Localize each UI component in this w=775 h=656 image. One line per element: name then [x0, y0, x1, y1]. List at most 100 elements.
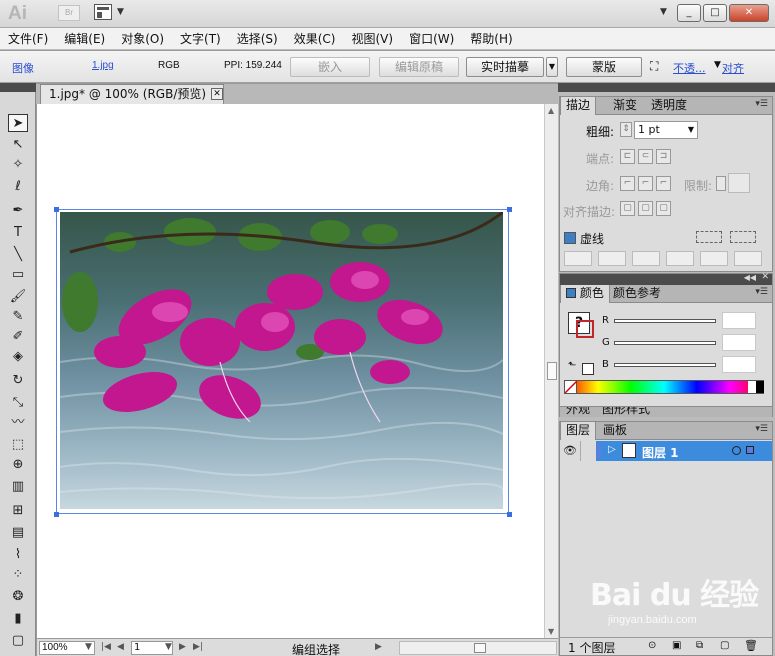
toolbox-collapse-strip[interactable]	[0, 83, 36, 92]
expand-triangle-icon[interactable]: ▷	[608, 444, 616, 455]
visibility-eye-icon[interactable]: 👁	[560, 441, 580, 461]
g-value-field[interactable]	[722, 334, 756, 351]
gradient-tool[interactable]: ▤	[8, 524, 28, 542]
status-tool-label[interactable]: 编组选择	[251, 641, 381, 656]
chevron-down-icon[interactable]: ▼	[688, 122, 694, 138]
align-inside-icon[interactable]: ▢	[638, 201, 653, 216]
mask-button[interactable]: 蒙版	[566, 57, 642, 77]
new-layer-icon[interactable]: ▢	[720, 640, 729, 651]
shape-builder-tool[interactable]: ⊕	[8, 456, 28, 474]
graph-tool[interactable]: ▥	[8, 478, 28, 496]
selection-indicator-icon[interactable]	[746, 446, 754, 454]
align-dash-icon[interactable]	[730, 231, 756, 243]
tab-gradient[interactable]: 渐变	[608, 97, 642, 115]
last-color-swatch[interactable]	[582, 363, 594, 375]
object-type-link[interactable]: 图像	[12, 60, 34, 76]
tab-artboards[interactable]: 画板	[598, 422, 632, 440]
workspace-switcher-icon[interactable]: ▼	[660, 7, 667, 17]
preserve-dash-icon[interactable]	[696, 231, 722, 243]
align-center-icon[interactable]: ▢	[620, 201, 635, 216]
round-join-icon[interactable]: ⌐	[638, 176, 653, 191]
resize-handle-top-left[interactable]	[54, 207, 59, 212]
arrange-documents-icon[interactable]	[94, 4, 112, 20]
horizontal-scroll-thumb[interactable]	[474, 643, 486, 653]
vertical-scrollbar[interactable]: ▲ ▼	[544, 104, 558, 638]
stroke-swatch-icon[interactable]	[576, 320, 594, 338]
rotate-tool[interactable]: ↻	[8, 372, 28, 390]
placed-image[interactable]	[60, 212, 503, 509]
dashed-line-checkbox[interactable]	[564, 232, 576, 244]
tab-color[interactable]: 颜色	[560, 285, 610, 303]
free-transform-tool[interactable]: ⬚	[8, 436, 28, 454]
menu-view[interactable]: 视图(V)	[351, 30, 393, 47]
column-graph-tool[interactable]: ▮	[8, 610, 28, 628]
warp-tool[interactable]: 〰	[8, 414, 28, 432]
selection-tool[interactable]: ➤	[8, 114, 28, 132]
b-slider[interactable]	[614, 363, 716, 367]
mesh-tool[interactable]: ⊞	[8, 502, 28, 520]
gap-field-1[interactable]	[598, 251, 626, 266]
tab-layers[interactable]: 图层	[560, 422, 597, 440]
scale-tool[interactable]: ⤡	[8, 394, 28, 412]
g-slider[interactable]	[614, 341, 716, 345]
eyedropper-tool[interactable]: ⌇	[8, 546, 28, 564]
artboard-tool[interactable]: ▢	[8, 632, 28, 650]
lasso-tool[interactable]: ℓ	[8, 178, 28, 196]
panel-menu-icon[interactable]: ▾☰	[755, 287, 768, 297]
menu-edit[interactable]: 编辑(E)	[64, 30, 105, 47]
resize-handle-bottom-right[interactable]	[507, 512, 512, 517]
bridge-button[interactable]: Br	[58, 5, 80, 21]
embed-button[interactable]: 嵌入	[290, 57, 370, 77]
r-value-field[interactable]	[722, 312, 756, 329]
menu-object[interactable]: 对象(O)	[121, 30, 164, 47]
b-value-field[interactable]	[722, 356, 756, 373]
round-cap-icon[interactable]: ⊂	[638, 149, 653, 164]
bevel-join-icon[interactable]: ⌐	[656, 176, 671, 191]
rectangle-tool[interactable]: ▭	[8, 266, 28, 284]
panel-collapse-strip[interactable]	[558, 83, 775, 92]
tab-graphic-styles[interactable]: 图形样式	[602, 407, 650, 417]
gap-field-2[interactable]	[666, 251, 694, 266]
close-icon[interactable]: ✕	[211, 88, 223, 100]
resize-handle-bottom-left[interactable]	[54, 512, 59, 517]
none-swatch-icon[interactable]	[564, 380, 578, 394]
blend-tool[interactable]: ⁘	[8, 566, 28, 584]
limit-field[interactable]	[728, 173, 750, 193]
menu-file[interactable]: 文件(F)	[8, 30, 48, 47]
chevron-down-icon[interactable]: ▼	[117, 7, 124, 17]
dash-field-2[interactable]	[632, 251, 660, 266]
maximize-button[interactable]: □	[703, 4, 727, 22]
line-tool[interactable]: ╲	[8, 246, 28, 264]
trash-icon[interactable]: 🗑	[744, 639, 758, 652]
menu-window[interactable]: 窗口(W)	[409, 30, 454, 47]
stroke-weight-field[interactable]: 1 pt ▼	[634, 121, 698, 139]
resize-handle-top-right[interactable]	[507, 207, 512, 212]
black-swatch[interactable]	[756, 381, 764, 393]
transform-icon[interactable]: ⛶	[650, 59, 658, 74]
dash-field-3[interactable]	[700, 251, 728, 266]
blob-brush-tool[interactable]: ✐	[8, 328, 28, 346]
align-outside-icon[interactable]: ▢	[656, 201, 671, 216]
limit-stepper[interactable]	[716, 176, 726, 191]
direct-selection-tool[interactable]: ↖	[8, 136, 28, 154]
menu-select[interactable]: 选择(S)	[237, 30, 278, 47]
prev-artboard-icon[interactable]: ◀	[117, 642, 124, 652]
white-swatch[interactable]	[748, 381, 756, 393]
pen-tool[interactable]: ✒	[8, 202, 28, 220]
linked-file-link[interactable]: 1.jpg	[92, 60, 114, 71]
projecting-cap-icon[interactable]: ⊐	[656, 149, 671, 164]
panel-menu-icon[interactable]: ▾☰	[755, 424, 768, 434]
pencil-tool[interactable]: ✎	[8, 308, 28, 326]
status-menu-icon[interactable]: ▶	[375, 642, 382, 652]
menu-type[interactable]: 文字(T)	[180, 30, 221, 47]
gap-field-3[interactable]	[734, 251, 762, 266]
first-artboard-icon[interactable]: |◀	[101, 642, 111, 652]
close-button[interactable]: ✕	[729, 4, 769, 22]
tab-stroke[interactable]: 描边	[560, 97, 597, 115]
align-link[interactable]: 对齐	[722, 60, 744, 76]
layer-name[interactable]: 图层 1	[642, 444, 679, 461]
close-icon[interactable]: ✕	[761, 272, 769, 282]
menu-help[interactable]: 帮助(H)	[470, 30, 512, 47]
chevron-down-icon[interactable]: ▼	[85, 642, 92, 652]
tab-color-guide[interactable]: 颜色参考	[608, 285, 666, 303]
